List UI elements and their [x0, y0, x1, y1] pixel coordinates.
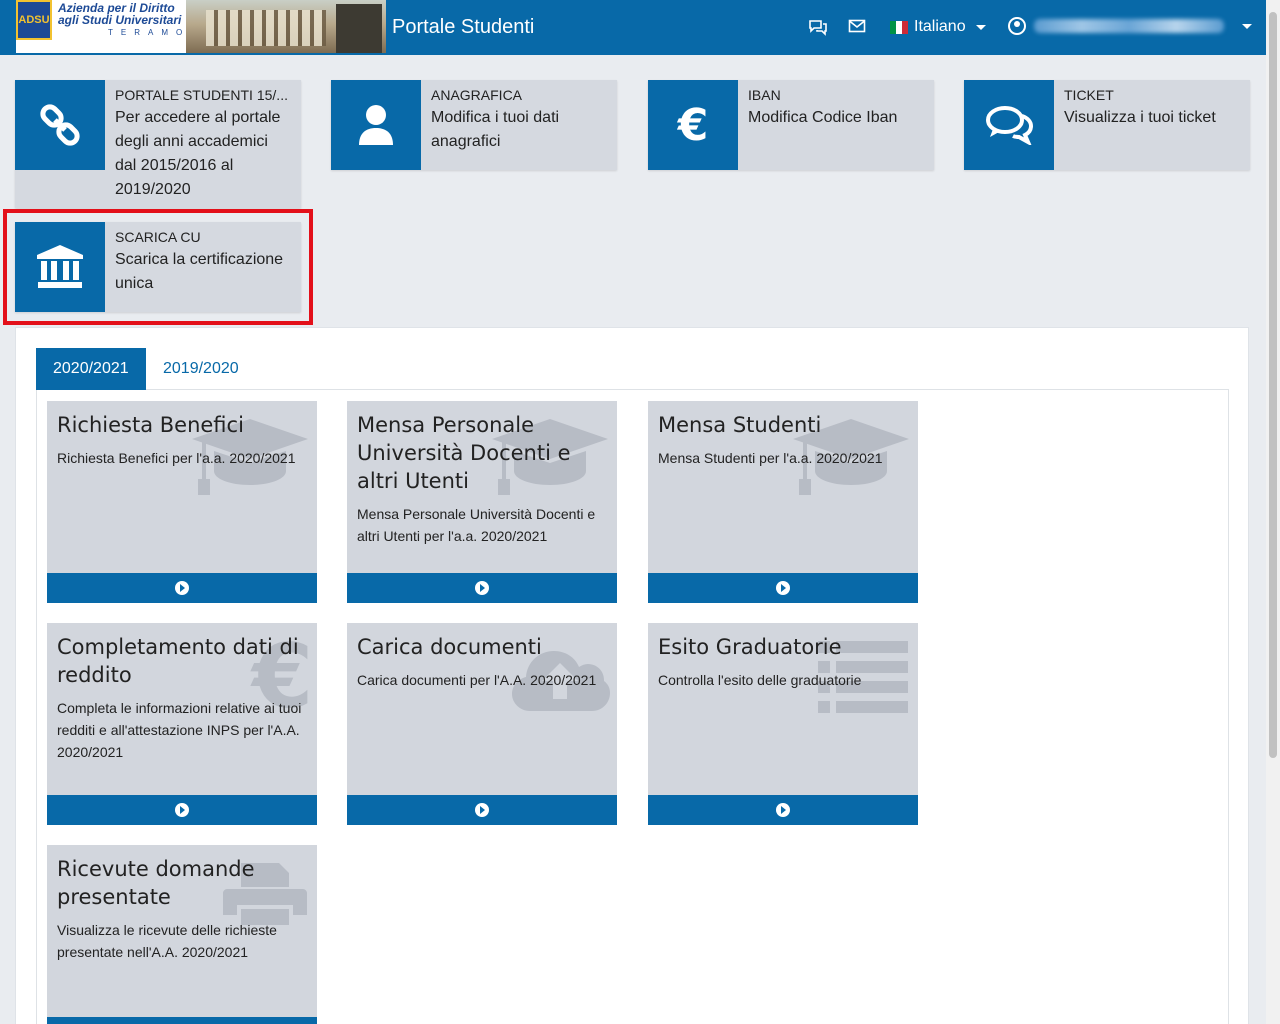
tile-description-line: dal 2015/2016 al: [115, 157, 234, 174]
card-open-button[interactable]: [347, 573, 617, 603]
arrow-circle-right-icon: [475, 581, 489, 595]
tile-portale-studenti[interactable]: PORTALE STUDENTI 15/... Per accedere al …: [15, 80, 301, 208]
top-navbar: AD SU Azienda per il Diritto agli Studi …: [0, 0, 1266, 55]
card-title: Mensa Personale Università Docenti e alt…: [357, 413, 571, 493]
card-mensa-studenti[interactable]: Mensa Studenti Mensa Studenti per l'a.a.…: [648, 401, 918, 603]
language-dropdown[interactable]: Italiano: [890, 18, 986, 36]
italy-flag-icon: [890, 20, 908, 34]
card-description: Carica documenti per l'A.A. 2020/2021: [357, 672, 597, 688]
tile-title: ANAGRAFICA: [431, 87, 523, 103]
card-description: Visualizza le ricevute delle richieste p…: [57, 922, 277, 960]
tile-description-line: 2019/2020: [115, 181, 191, 198]
arrow-circle-right-icon: [175, 803, 189, 817]
card-description: Completa le informazioni relative ai tuo…: [57, 700, 302, 760]
card-title: Richiesta Benefici: [57, 413, 244, 437]
logo-badge-top: AD: [18, 14, 35, 26]
tile-description-line: Visualizza i tuoi ticket: [1064, 109, 1216, 126]
user-name-redacted: [1034, 19, 1224, 33]
tile-description-line: Modifica Codice Iban: [748, 109, 898, 126]
envelope-icon[interactable]: [848, 18, 866, 39]
card-description: Richiesta Benefici per l'a.a. 2020/2021: [57, 450, 296, 466]
card-open-button[interactable]: [47, 795, 317, 825]
card-esito-graduatorie[interactable]: Esito Graduatorie Controlla l'esito dell…: [648, 623, 918, 825]
tile-description: Visualizza i tuoi ticket: [1064, 106, 1216, 130]
card-description: Mensa Personale Università Docenti e alt…: [357, 506, 596, 544]
card-open-button[interactable]: [347, 795, 617, 825]
arrow-circle-right-icon: [776, 581, 790, 595]
scrollbar-thumb[interactable]: [1269, 12, 1277, 758]
card-completamento-reddito[interactable]: € Completamento dati di reddito Completa…: [47, 623, 317, 825]
page-scrollbar[interactable]: [1266, 0, 1280, 1024]
card-title: Esito Graduatorie: [658, 635, 842, 659]
tile-description-line: Per accedere al portale: [115, 109, 281, 126]
year-tabs: 2020/2021 2019/2020: [36, 348, 1229, 390]
comments-icon: [964, 80, 1054, 170]
tile-description-line: anagrafici: [431, 133, 501, 150]
card-richiesta-benefici[interactable]: Richiesta Benefici Richiesta Benefici pe…: [47, 401, 317, 603]
card-title: Completamento dati di reddito: [57, 635, 299, 687]
tile-title: PORTALE STUDENTI 15/...: [115, 87, 288, 103]
tile-description-line: Modifica i tuoi dati: [431, 109, 560, 126]
tile-description: Modifica Codice Iban: [748, 106, 897, 130]
arrow-circle-right-icon: [776, 803, 790, 817]
tab-2019-2020[interactable]: 2019/2020: [146, 348, 256, 390]
card-ricevute-domande[interactable]: Ricevute domande presentate Visualizza l…: [47, 845, 317, 1024]
logo-city: TERAMO: [108, 28, 191, 37]
card-title: Mensa Studenti: [658, 413, 822, 437]
euro-icon: €: [648, 80, 738, 170]
tile-description: Per accedere al portale degli anni accad…: [115, 106, 280, 202]
card-mensa-personale[interactable]: Mensa Personale Università Docenti e alt…: [347, 401, 617, 603]
tab-2020-2021[interactable]: 2020/2021: [36, 348, 146, 390]
adsu-logo[interactable]: AD SU Azienda per il Diritto agli Studi …: [16, 0, 386, 53]
tile-description-line: degli anni accademici: [115, 133, 268, 150]
portal-title[interactable]: Portale Studenti: [392, 16, 534, 39]
card-description: Controlla l'esito delle graduatorie: [658, 672, 862, 688]
chevron-down-icon: [1242, 23, 1252, 29]
user-circle-icon: [1008, 17, 1026, 35]
tile-anagrafica[interactable]: ANAGRAFICA Modifica i tuoi dati anagrafi…: [331, 80, 617, 170]
tile-iban[interactable]: € IBAN Modifica Codice Iban: [648, 80, 934, 170]
logo-badge-bottom: SU: [34, 14, 50, 26]
arrow-circle-right-icon: [175, 581, 189, 595]
chevron-down-icon: [975, 24, 986, 30]
comments-icon[interactable]: [808, 18, 828, 41]
arrow-circle-right-icon: [475, 803, 489, 817]
adsu-logo-badge: AD SU: [16, 0, 52, 40]
logo-building-photo: [186, 0, 386, 53]
card-carica-documenti[interactable]: Carica documenti Carica documenti per l'…: [347, 623, 617, 825]
card-open-button[interactable]: [648, 573, 918, 603]
card-title: Carica documenti: [357, 635, 542, 659]
card-title: Ricevute domande presentate: [57, 857, 255, 909]
user-menu-dropdown[interactable]: [1008, 17, 1252, 35]
tile-title: IBAN: [748, 87, 781, 103]
card-open-button[interactable]: [47, 573, 317, 603]
tile-description: Modifica i tuoi dati anagrafici: [431, 106, 559, 154]
card-open-button[interactable]: [47, 1017, 317, 1024]
card-open-button[interactable]: [648, 795, 918, 825]
card-description: Mensa Studenti per l'a.a. 2020/2021: [658, 450, 883, 466]
user-icon: [331, 80, 421, 170]
highlight-box: [3, 209, 313, 325]
tile-title: TICKET: [1064, 87, 1114, 103]
tile-ticket[interactable]: TICKET Visualizza i tuoi ticket: [964, 80, 1250, 170]
link-icon: [15, 80, 105, 170]
language-label: Italiano: [914, 18, 966, 35]
